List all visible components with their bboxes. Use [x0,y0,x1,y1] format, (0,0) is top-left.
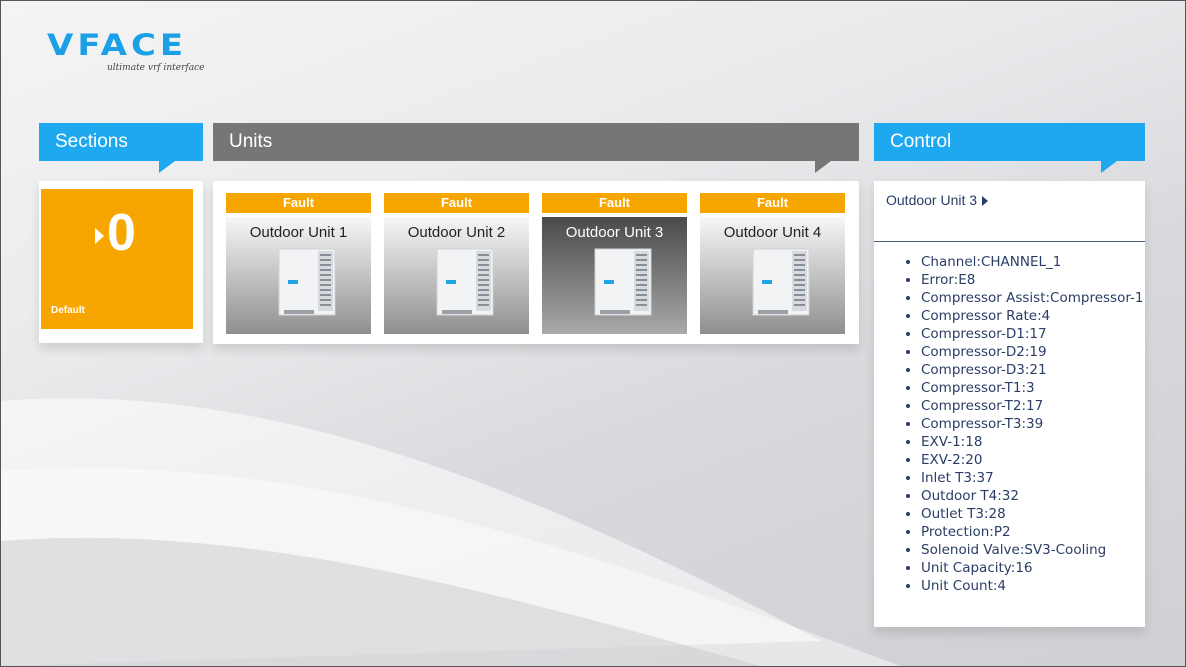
property-item: Compressor-D3:21 [921,361,1161,379]
outdoor-unit-icon [278,248,336,316]
unit-card-body: Outdoor Unit 3 [542,217,687,334]
section-count: 0 [107,204,136,262]
unit-card-4[interactable]: Fault Outdoor Unit 4 [700,193,845,334]
property-item: Compressor-D1:17 [921,325,1161,343]
fault-badge: Fault [226,193,371,213]
section-name: Default [51,305,85,316]
property-item: Compressor-T3:39 [921,415,1161,433]
vface-logo: VFACE ultimate vrf interface [47,31,217,77]
property-item: Protection:P2 [921,523,1161,541]
property-item: Outlet T3:28 [921,505,1161,523]
unit-card-body: Outdoor Unit 4 [700,217,845,334]
unit-card-1[interactable]: Fault Outdoor Unit 1 [226,193,371,334]
unit-card-3[interactable]: Fault Outdoor Unit 3 [542,193,687,334]
fault-badge: Fault [542,193,687,213]
property-item: Compressor Rate:4 [921,307,1161,325]
divider [874,241,1145,242]
fault-badge: Fault [384,193,529,213]
control-header: Control [874,123,1145,173]
units-header: Units [213,123,859,173]
units-panel: Fault Outdoor Unit 1 Fault Outdoor Unit … [213,181,859,344]
property-item: Outdoor T4:32 [921,487,1161,505]
fault-badge: Fault [700,193,845,213]
outdoor-unit-icon [436,248,494,316]
app-window: VFACE ultimate vrf interface Sections Un… [0,0,1186,667]
property-item: Solenoid Valve:SV3-Cooling [921,541,1161,559]
property-item: Error:E8 [921,271,1161,289]
selected-unit-link[interactable]: Outdoor Unit 3 [886,192,989,208]
property-item: Inlet T3:37 [921,469,1161,487]
sections-header: Sections [39,123,203,173]
selected-unit-label: Outdoor Unit 3 [886,192,978,208]
expand-arrow-icon [95,228,104,244]
outdoor-unit-icon [752,248,810,316]
sections-panel: 0 Default [39,181,203,343]
property-item: EXV-2:20 [921,451,1161,469]
unit-card-body: Outdoor Unit 2 [384,217,529,334]
property-item: Compressor-D2:19 [921,343,1161,361]
property-item: Unit Count:4 [921,577,1161,595]
property-item: Compressor Assist:Compressor-1 [921,289,1161,307]
logo-tagline: ultimate vrf interface [107,63,205,73]
unit-name: Outdoor Unit 2 [407,224,506,241]
unit-name: Outdoor Unit 4 [723,224,822,241]
unit-card-2[interactable]: Fault Outdoor Unit 2 [384,193,529,334]
unit-name: Outdoor Unit 3 [565,224,664,241]
property-item: Compressor-T2:17 [921,397,1161,415]
unit-card-body: Outdoor Unit 1 [226,217,371,334]
unit-properties-list: Channel:CHANNEL_1 Error:E8 Compressor As… [904,253,1161,595]
control-panel: Outdoor Unit 3 Channel:CHANNEL_1 Error:E… [874,181,1145,627]
section-tile-default[interactable]: 0 Default [41,189,193,329]
unit-name: Outdoor Unit 1 [249,224,348,241]
property-item: Compressor-T1:3 [921,379,1161,397]
property-item: EXV-1:18 [921,433,1161,451]
property-item: Unit Capacity:16 [921,559,1161,577]
play-arrow-icon [982,196,989,207]
outdoor-unit-icon [594,248,652,316]
property-item: Channel:CHANNEL_1 [921,253,1161,271]
logo-wordmark: VFACE [47,28,188,63]
